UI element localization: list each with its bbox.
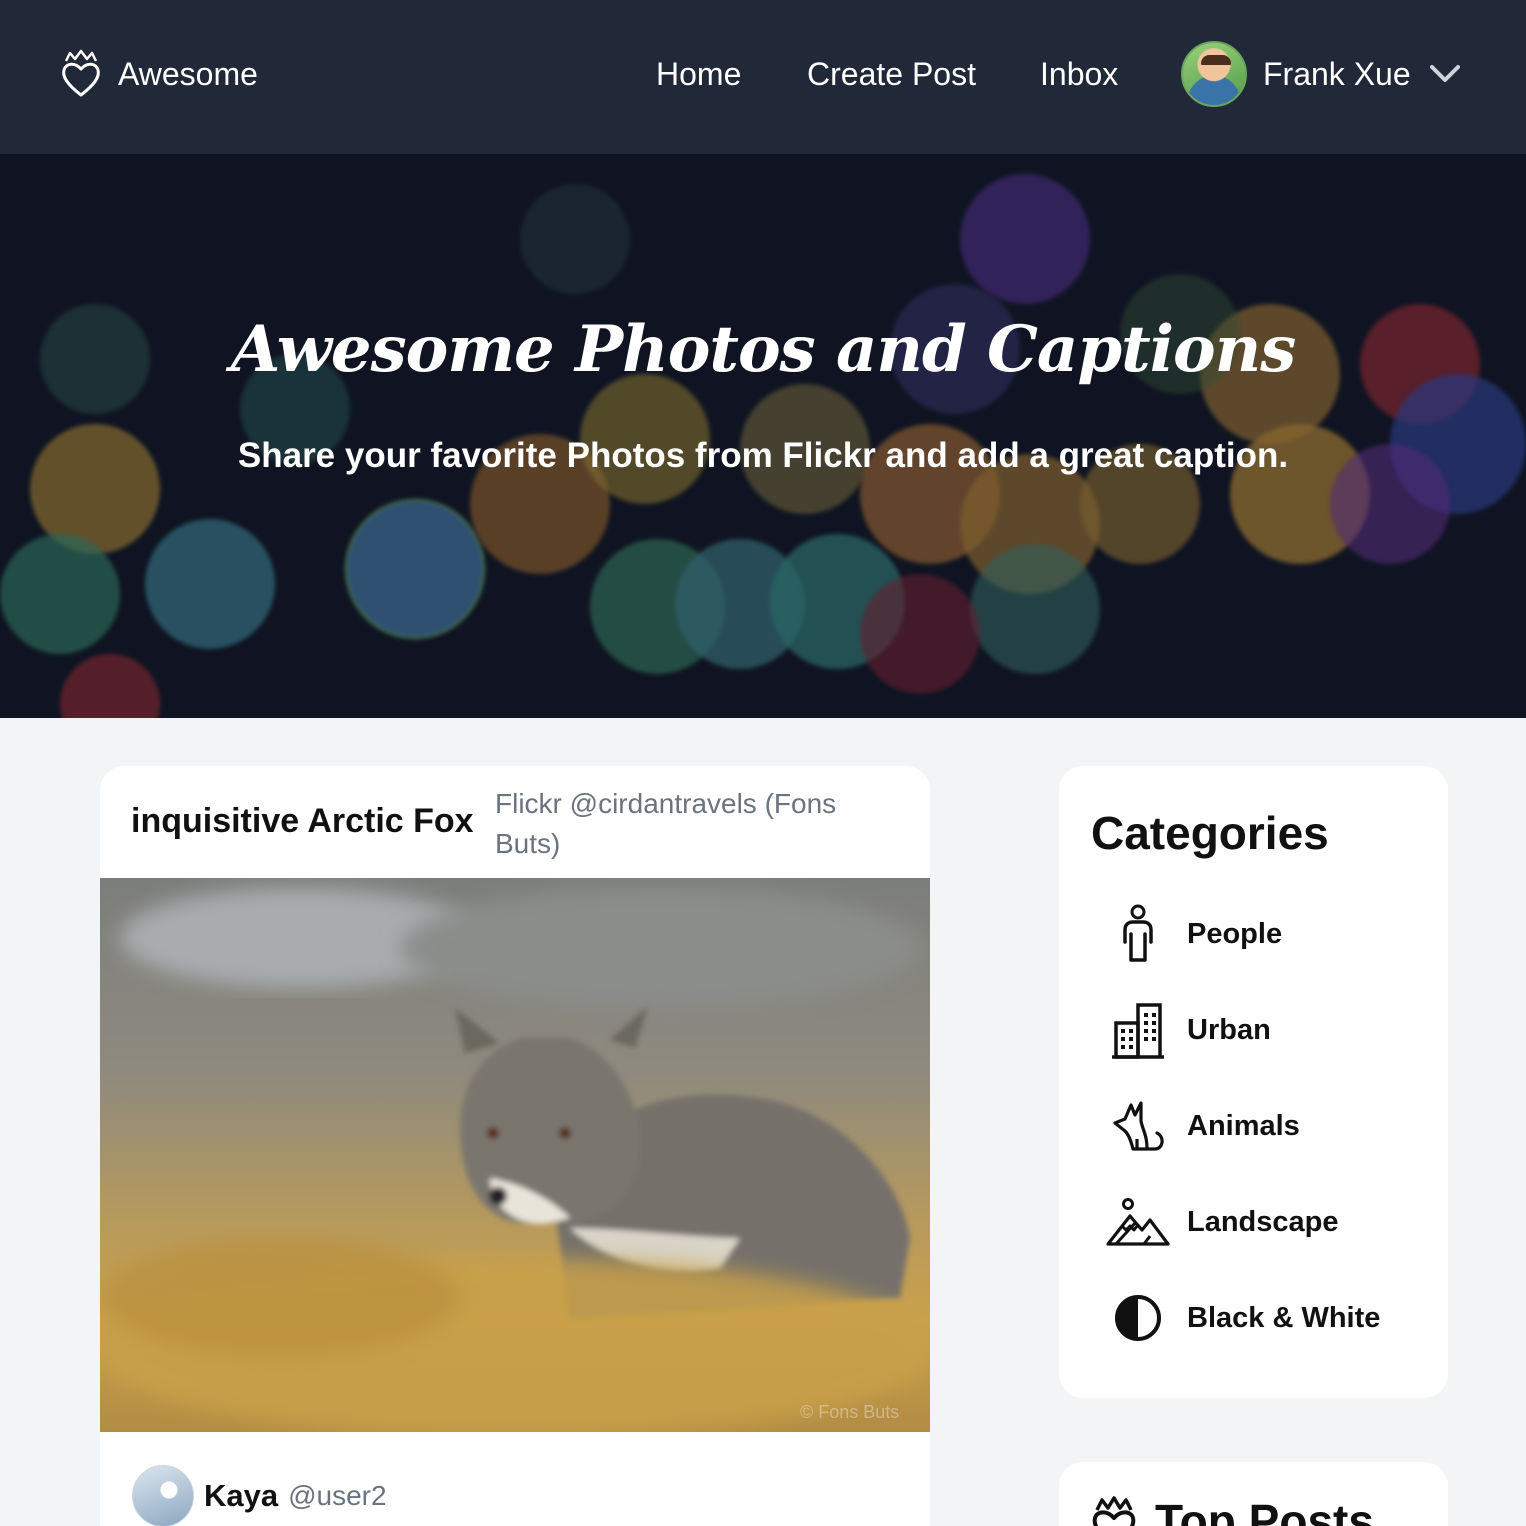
category-label: Landscape — [1187, 1205, 1339, 1238]
author-avatar — [132, 1465, 194, 1526]
user-avatar — [1181, 41, 1247, 107]
category-label: Animals — [1187, 1109, 1300, 1142]
navbar: Awesome Home Create Post Inbox Frank Xue — [0, 0, 1526, 154]
hero-banner: Awesome Photos and Captions Share your f… — [0, 154, 1526, 718]
brand-name: Awesome — [118, 55, 258, 92]
top-posts-card: Top Posts — [1059, 1462, 1448, 1526]
category-animals[interactable]: Animals — [1105, 1094, 1425, 1158]
nav-inbox-link[interactable]: Inbox — [1040, 54, 1118, 94]
categories-card: Categories People Urban Animals Landscap… — [1059, 766, 1448, 1398]
category-landscape[interactable]: Landscape — [1105, 1190, 1425, 1254]
nav-home-link[interactable]: Home — [656, 54, 741, 94]
author-handle: @user2 — [288, 1480, 387, 1511]
building-icon — [1105, 998, 1171, 1062]
post-photo[interactable]: © Fons Buts — [100, 878, 930, 1432]
user-menu[interactable]: Frank Xue — [1181, 41, 1461, 107]
post-source-link[interactable]: Flickr @cirdantravels (Fons Buts) — [495, 784, 875, 864]
post-card: inquisitive Arctic Fox Flickr @cirdantra… — [100, 766, 930, 1526]
arctic-fox-image: © Fons Buts — [100, 888, 930, 1432]
heart-crown-icon — [1092, 1496, 1136, 1526]
category-label: Black & White — [1187, 1301, 1381, 1334]
user-name: Frank Xue — [1263, 55, 1411, 92]
person-icon — [1105, 902, 1171, 966]
brand-link[interactable]: Awesome — [60, 46, 258, 102]
categories-heading: Categories — [1091, 807, 1329, 859]
nav-create-post-link[interactable]: Create Post — [807, 54, 976, 94]
mountain-icon — [1105, 1190, 1171, 1254]
post-title[interactable]: inquisitive Arctic Fox — [131, 802, 474, 841]
post-author[interactable]: Kaya @user2 — [132, 1464, 387, 1526]
photo-watermark: © Fons Buts — [800, 1402, 899, 1422]
heart-crown-logo-icon — [62, 49, 100, 97]
category-black-white[interactable]: Black & White — [1105, 1286, 1425, 1350]
hero-title: Awesome Photos and Captions — [230, 312, 1297, 387]
contrast-icon — [1105, 1286, 1171, 1350]
category-people[interactable]: People — [1105, 902, 1425, 966]
author-name: Kaya — [204, 1478, 279, 1513]
category-label: Urban — [1187, 1013, 1271, 1046]
top-posts-heading: Top Posts — [1155, 1495, 1374, 1526]
category-urban[interactable]: Urban — [1105, 998, 1425, 1062]
category-label: People — [1187, 917, 1283, 950]
chevron-down-icon — [1429, 65, 1460, 82]
hero-subtitle: Share your favorite Photos from Flickr a… — [237, 436, 1289, 475]
animal-icon — [1105, 1094, 1171, 1158]
